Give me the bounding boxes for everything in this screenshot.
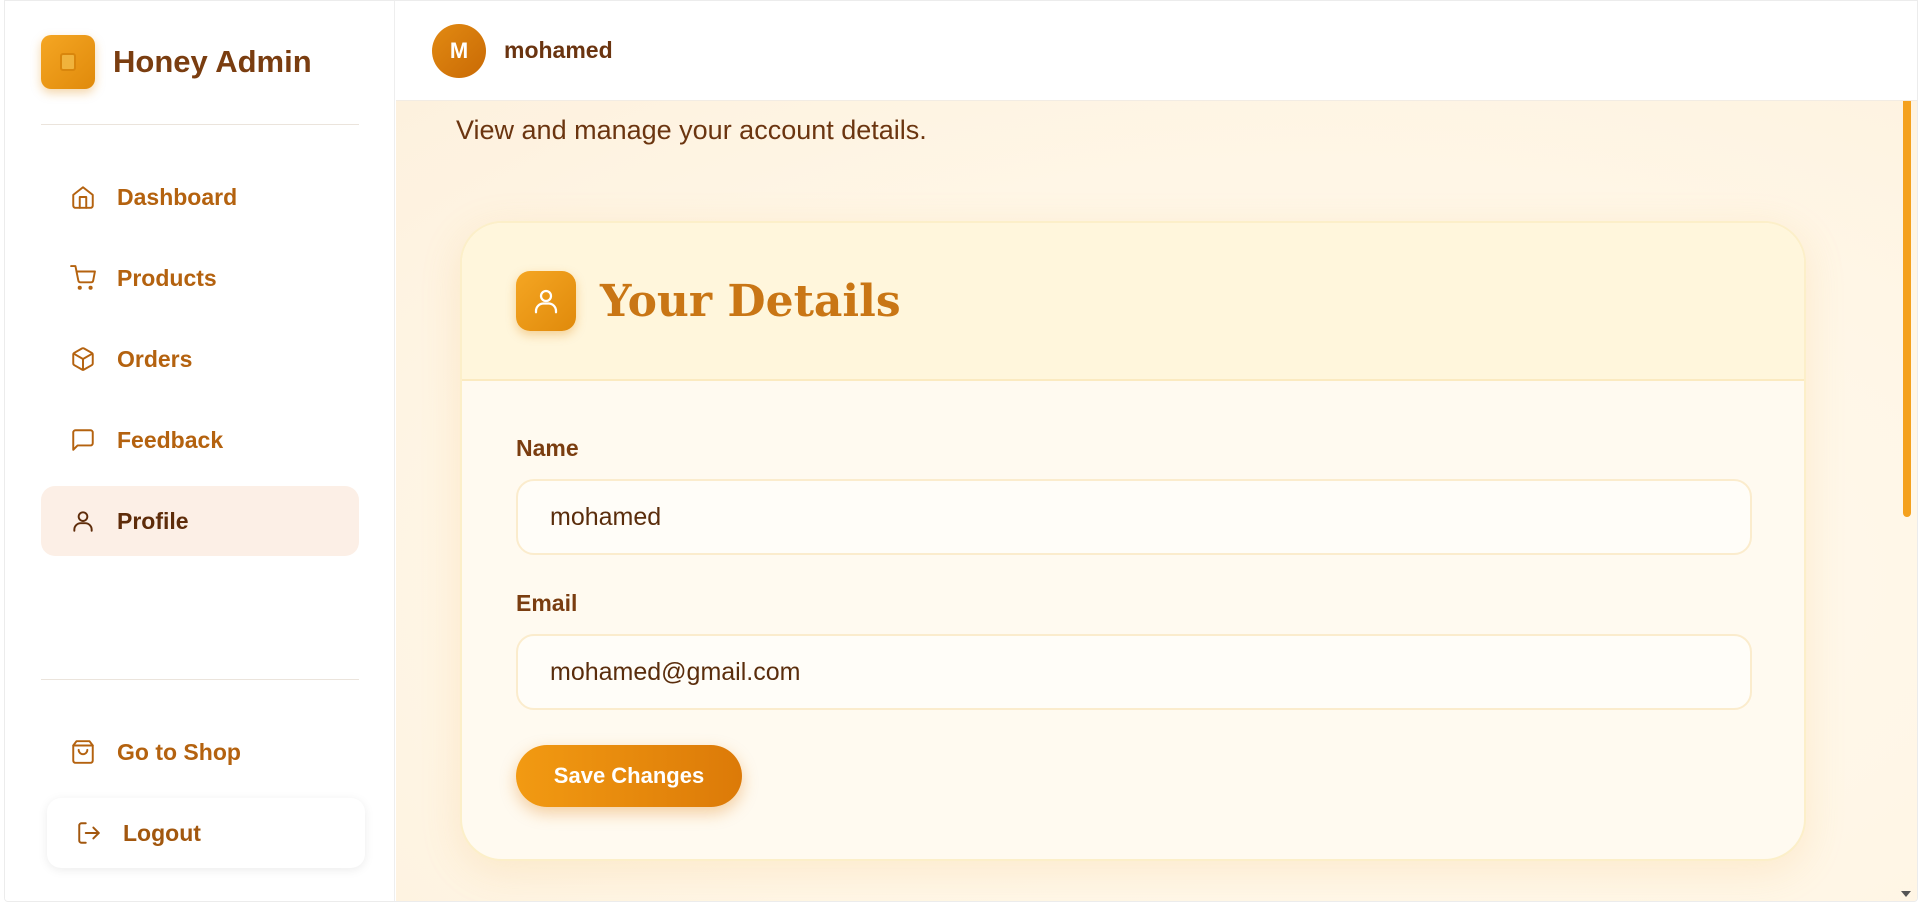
sidebar-item-label: Products	[117, 264, 217, 291]
logout-label: Logout	[123, 819, 201, 846]
header-username: mohamed	[504, 37, 613, 63]
sidebar-item-go-to-shop[interactable]: Go to Shop	[41, 717, 359, 787]
sidebar-item-products[interactable]: Products	[41, 243, 359, 313]
sidebar-item-feedback[interactable]: Feedback	[41, 405, 359, 475]
sidebar-divider	[41, 124, 359, 125]
email-label: Email	[516, 590, 578, 616]
logout-button[interactable]: Logout	[47, 798, 365, 868]
top-header: M mohamed	[396, 1, 1917, 101]
email-field[interactable]: mohamed@gmail.com	[516, 634, 1752, 710]
sidebar-item-label: Go to Shop	[117, 738, 241, 765]
cart-icon	[69, 264, 97, 292]
sidebar-item-dashboard[interactable]: Dashboard	[41, 162, 359, 232]
card-title: Your Details	[600, 275, 901, 327]
card-header: Your Details	[462, 223, 1804, 381]
profile-details-card: Your Details Name mohamed Email mohamed@…	[460, 221, 1806, 861]
scroll-down-arrow-icon[interactable]	[1901, 891, 1911, 897]
logout-icon	[75, 819, 103, 847]
shopping-bag-icon	[69, 738, 97, 766]
user-icon	[516, 271, 576, 331]
name-label: Name	[516, 435, 579, 461]
sidebar-divider	[41, 679, 359, 680]
main-content: View and manage your account details. Yo…	[396, 101, 1917, 901]
name-field[interactable]: mohamed	[516, 479, 1752, 555]
brand-name: Honey Admin	[113, 44, 312, 79]
scrollbar-thumb[interactable]	[1903, 87, 1911, 517]
home-icon	[69, 183, 97, 211]
user-icon	[69, 507, 97, 535]
brand[interactable]: Honey Admin	[41, 35, 312, 89]
sidebar-item-label: Orders	[117, 345, 193, 372]
sidebar-item-profile[interactable]: Profile	[41, 486, 359, 556]
sidebar-item-label: Feedback	[117, 426, 224, 453]
sidebar-item-orders[interactable]: Orders	[41, 324, 359, 394]
sidebar-item-label: Profile	[117, 507, 189, 534]
box-icon	[69, 345, 97, 373]
honey-jar-logo-icon	[41, 35, 95, 89]
sidebar: Honey Admin Dashboard Products Orders Fe…	[5, 1, 395, 901]
page-subtitle: View and manage your account details.	[456, 115, 927, 145]
avatar[interactable]: M	[432, 23, 486, 78]
message-icon	[69, 426, 97, 454]
app-window: Honey Admin Dashboard Products Orders Fe…	[4, 0, 1918, 902]
sidebar-item-label: Dashboard	[117, 183, 238, 210]
save-changes-button[interactable]: Save Changes	[516, 745, 742, 807]
